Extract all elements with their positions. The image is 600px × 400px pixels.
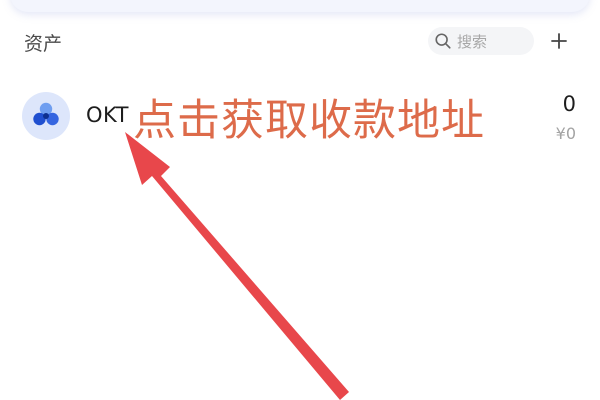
annotation-text: 点击获取收款地址 <box>133 96 485 146</box>
search-placeholder: 搜索 <box>457 32 488 51</box>
assets-section-title: 资产 <box>24 33 63 55</box>
annotation-arrow <box>125 132 349 400</box>
okt-token-icon <box>22 92 70 140</box>
top-card-bottom-edge <box>10 0 590 12</box>
search-icon <box>435 33 451 49</box>
add-asset-button[interactable] <box>544 26 574 56</box>
asset-search-input[interactable]: 搜索 <box>428 27 534 55</box>
plus-icon <box>551 33 567 49</box>
token-balance: 0 <box>562 92 576 116</box>
token-fiat-value: ¥0 <box>555 124 576 143</box>
token-symbol: OKT <box>86 103 129 127</box>
